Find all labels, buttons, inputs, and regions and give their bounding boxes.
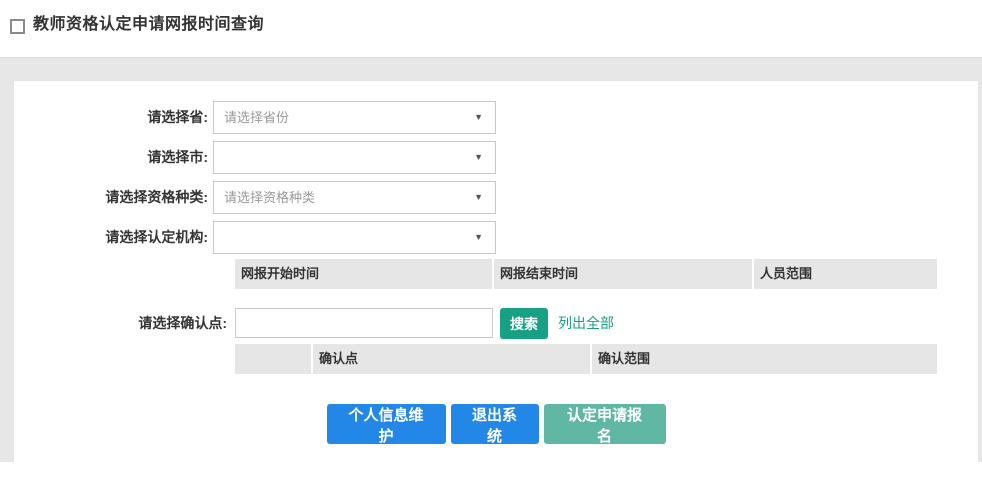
- chevron-down-icon: ▼: [474, 142, 483, 173]
- list-all-link[interactable]: 列出全部: [558, 308, 614, 339]
- square-outline-icon: [10, 19, 25, 34]
- confirm-point-table-header: 确认点 确认范围: [235, 344, 937, 374]
- footer-button-row: 个人信息维护 退出系统 认定申请报名: [14, 404, 978, 444]
- qualification-type-select-value: 请选择资格种类: [224, 182, 465, 213]
- province-select-value: 请选择省份: [224, 102, 465, 133]
- confirm-empty-column-header: [235, 344, 313, 374]
- confirm-point-label: 请选择确认点:: [14, 308, 227, 338]
- page-background: 请选择省: 请选择省份 ▼ 请选择市: ▼ 请选择资格种类: 请选择资格种类 ▼…: [0, 57, 982, 462]
- province-label: 请选择省:: [14, 101, 208, 134]
- search-button[interactable]: 搜索: [500, 308, 548, 339]
- report-start-column-header: 网报开始时间: [235, 259, 494, 289]
- city-select[interactable]: ▼: [213, 141, 496, 174]
- institution-select[interactable]: ▼: [213, 221, 496, 254]
- confirm-point-column-header: 确认点: [313, 344, 592, 374]
- report-end-column-header: 网报结束时间: [494, 259, 754, 289]
- confirm-scope-column-header: 确认范围: [592, 344, 937, 374]
- apply-registration-button[interactable]: 认定申请报名: [544, 404, 666, 444]
- chevron-down-icon: ▼: [474, 222, 483, 253]
- qualification-type-label: 请选择资格种类:: [14, 181, 208, 214]
- qualification-type-select[interactable]: 请选择资格种类 ▼: [213, 181, 496, 214]
- province-select[interactable]: 请选择省份 ▼: [213, 101, 496, 134]
- chevron-down-icon: ▼: [474, 182, 483, 213]
- city-label: 请选择市:: [14, 141, 208, 174]
- personnel-scope-column-header: 人员范围: [754, 259, 937, 289]
- query-panel: 请选择省: 请选择省份 ▼ 请选择市: ▼ 请选择资格种类: 请选择资格种类 ▼…: [14, 81, 978, 501]
- institution-label: 请选择认定机构:: [14, 221, 208, 254]
- page-title: 教师资格认定申请网报时间查询: [33, 12, 264, 38]
- report-time-table-header: 网报开始时间 网报结束时间 人员范围: [235, 259, 937, 289]
- chevron-down-icon: ▼: [474, 102, 483, 133]
- logout-button[interactable]: 退出系统: [451, 404, 539, 444]
- confirm-point-input[interactable]: [235, 308, 493, 338]
- personal-info-button[interactable]: 个人信息维护: [327, 404, 446, 444]
- title-bar: 教师资格认定申请网报时间查询: [0, 0, 982, 57]
